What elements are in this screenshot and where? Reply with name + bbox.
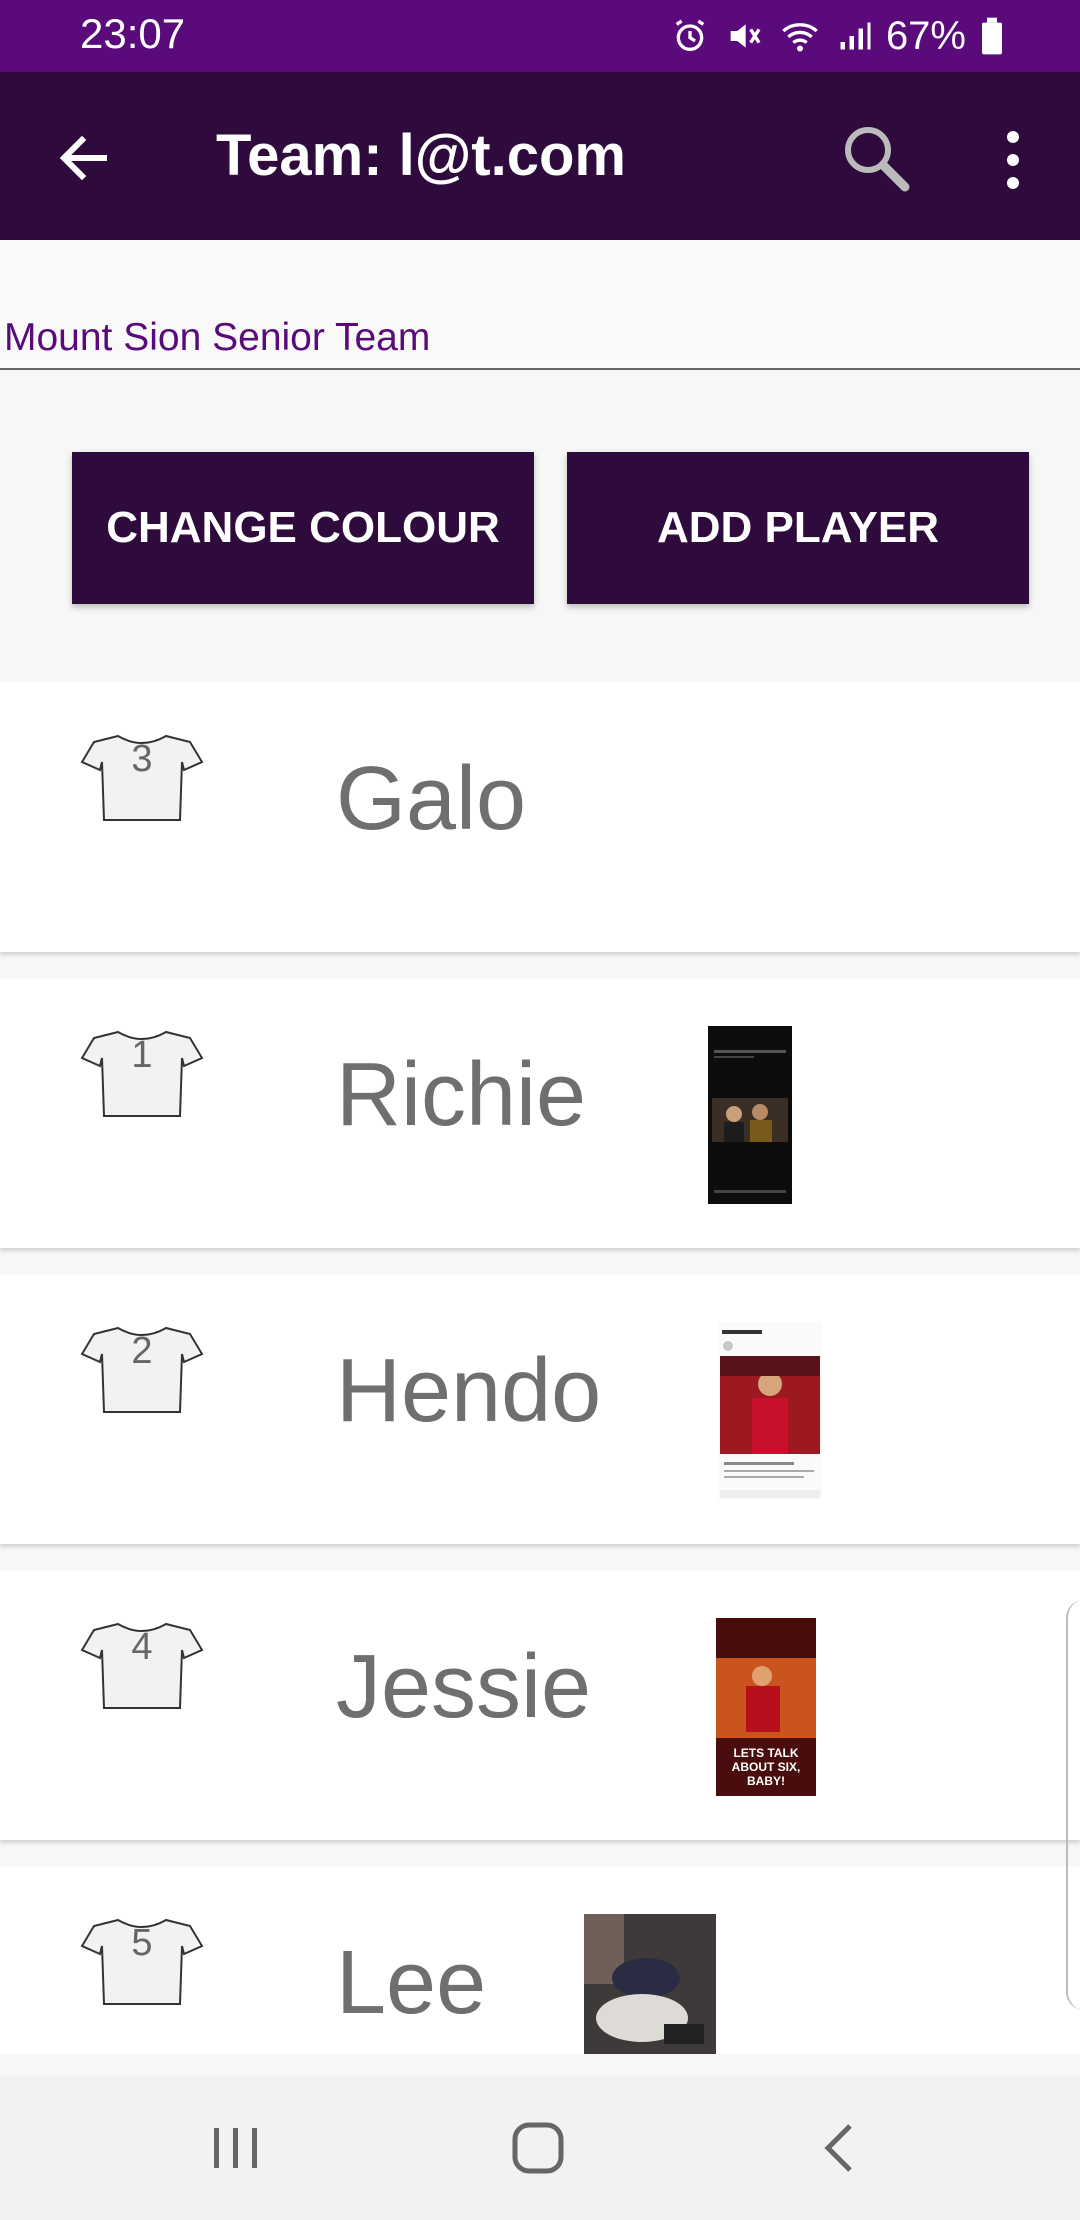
player-row[interactable]: 4 Jessie LETS TALK ABOUT SIX, BABY! xyxy=(0,1570,1080,1840)
shirt-icon: 2 xyxy=(80,1324,204,1416)
status-time: 23:07 xyxy=(80,10,186,57)
shirt-icon: 4 xyxy=(80,1620,204,1712)
team-name-field[interactable]: Mount Sion Senior Team xyxy=(0,240,1080,370)
player-photo[interactable] xyxy=(708,1026,792,1204)
player-row[interactable]: 3 Galo xyxy=(0,682,1080,952)
player-name: Richie xyxy=(336,1045,587,1145)
home-icon xyxy=(512,2122,564,2174)
add-player-button[interactable]: ADD PLAYER xyxy=(567,452,1029,604)
nav-back-button[interactable] xyxy=(802,2118,882,2178)
player-row[interactable]: 2 Hendo xyxy=(0,1274,1080,1544)
player-name: Jessie xyxy=(336,1637,592,1737)
player-row[interactable]: 5 Lee xyxy=(0,1866,1080,2054)
search-icon xyxy=(845,127,910,192)
shirt-icon: 5 xyxy=(80,1916,204,2008)
app-bar: Team: l@t.com xyxy=(0,72,1080,240)
battery-icon xyxy=(982,17,1002,55)
signal-icon xyxy=(840,22,871,50)
shirt-number: 4 xyxy=(131,1626,153,1668)
alarm-icon xyxy=(675,19,705,52)
team-name-value: Mount Sion Senior Team xyxy=(4,316,431,359)
page-title: Team: l@t.com xyxy=(216,123,626,188)
search-button[interactable] xyxy=(836,118,916,198)
more-vert-icon xyxy=(1007,131,1019,189)
shirt-number: 1 xyxy=(131,1034,153,1076)
player-photo[interactable] xyxy=(718,1322,822,1500)
recents-icon xyxy=(214,2128,257,2168)
shirt-icon: 3 xyxy=(80,732,204,824)
player-photo[interactable] xyxy=(584,1914,716,2054)
player-photo[interactable]: LETS TALK ABOUT SIX, BABY! xyxy=(716,1618,816,1796)
shirt-number: 3 xyxy=(131,738,153,780)
recents-button[interactable] xyxy=(196,2118,276,2178)
arrow-left-icon xyxy=(59,135,107,181)
shirt-number: 5 xyxy=(131,1922,153,1964)
player-list[interactable]: 3 Galo 1 Richie 2 Hendo 4 Jessie LETS TA… xyxy=(0,682,1080,2054)
back-button[interactable] xyxy=(48,122,120,194)
home-button[interactable] xyxy=(498,2118,578,2178)
scroll-handle[interactable] xyxy=(1066,1600,1080,2010)
mute-icon xyxy=(730,24,761,48)
status-icons: 67% xyxy=(670,8,1004,64)
change-colour-button[interactable]: CHANGE COLOUR xyxy=(72,452,534,604)
shirt-number: 2 xyxy=(131,1330,153,1372)
navigation-bar xyxy=(0,2076,1080,2220)
shirt-icon: 1 xyxy=(80,1028,204,1120)
player-name: Lee xyxy=(336,1933,487,2033)
player-row[interactable]: 1 Richie xyxy=(0,978,1080,1248)
back-icon xyxy=(824,2124,852,2172)
battery-percent: 67% xyxy=(885,13,966,58)
status-bar: 23:07 67% xyxy=(0,0,1080,72)
player-name: Hendo xyxy=(336,1341,602,1441)
photo-caption: LETS TALK ABOUT SIX, BABY! xyxy=(731,1746,801,1788)
more-options-button[interactable] xyxy=(990,124,1036,196)
player-name: Galo xyxy=(336,749,527,849)
wifi-icon xyxy=(782,23,818,52)
